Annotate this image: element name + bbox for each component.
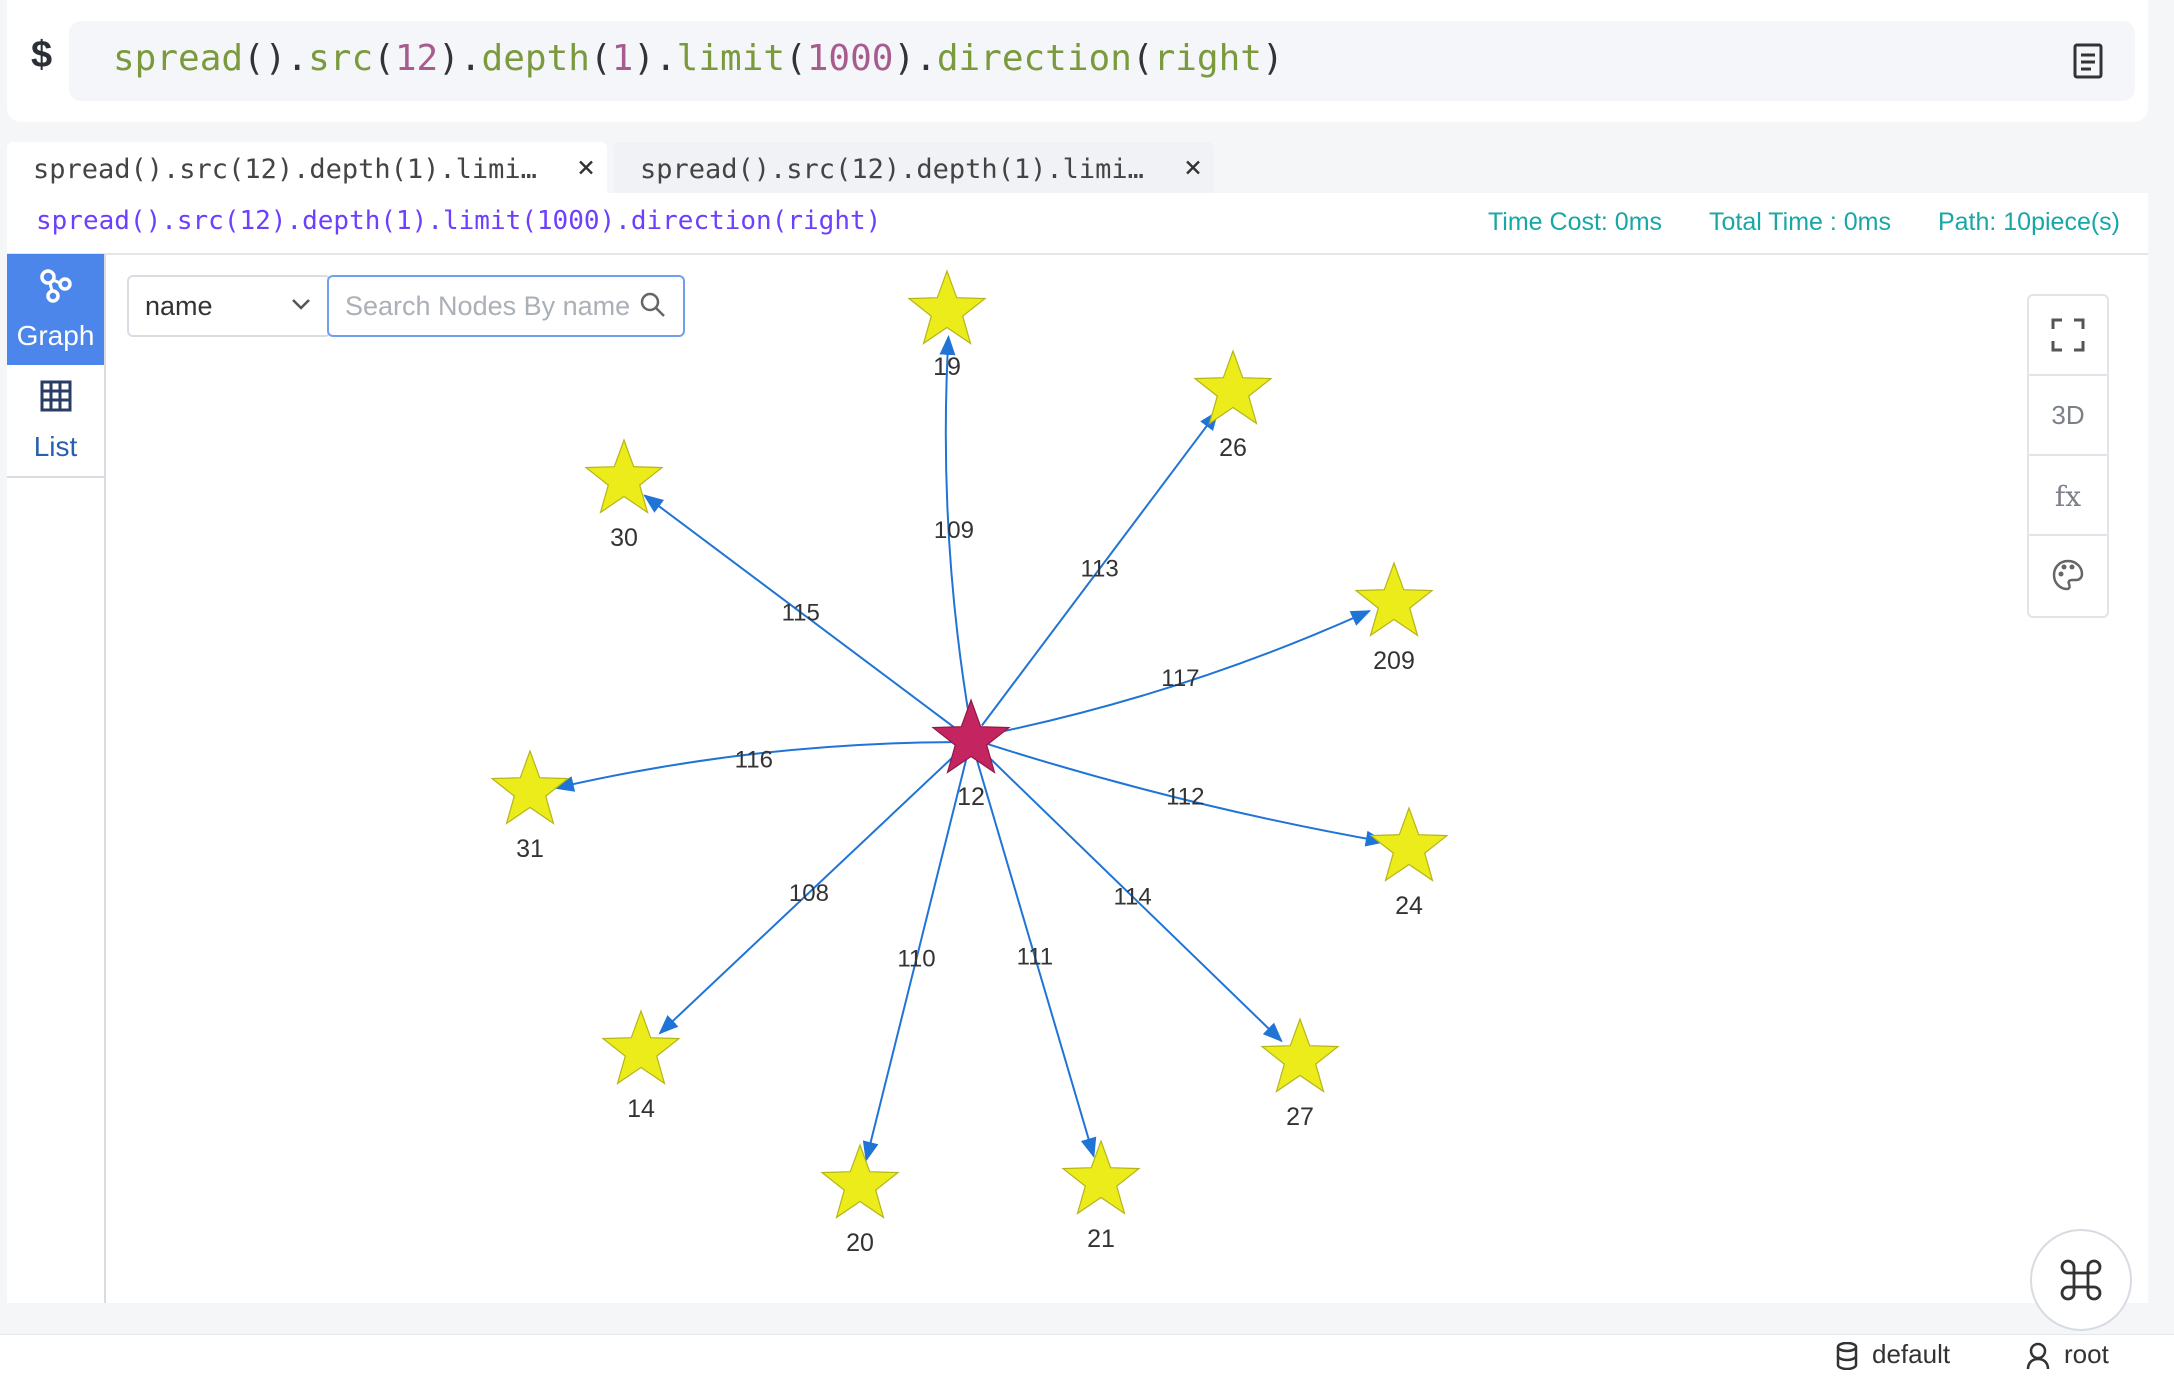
status-bar: default root bbox=[0, 1334, 2174, 1379]
command-token: ) bbox=[438, 38, 460, 79]
close-icon[interactable]: × bbox=[1184, 150, 1202, 185]
command-token: direction bbox=[936, 38, 1132, 79]
command-token: depth bbox=[481, 38, 590, 79]
node-label: 30 bbox=[610, 524, 638, 552]
node-26[interactable] bbox=[1193, 349, 1273, 425]
command-token: ) bbox=[633, 38, 655, 79]
chevron-down-icon bbox=[292, 299, 310, 310]
table-icon bbox=[40, 380, 72, 412]
command-token: ( bbox=[589, 38, 612, 79]
edge-label: 113 bbox=[1080, 556, 1118, 583]
edge-label: 114 bbox=[1113, 884, 1151, 911]
command-token: ( bbox=[1131, 38, 1154, 79]
node-21[interactable] bbox=[1061, 1139, 1141, 1215]
close-icon[interactable]: × bbox=[577, 150, 595, 185]
command-token: . bbox=[459, 38, 482, 79]
command-token: spread bbox=[113, 38, 244, 79]
edge-label: 117 bbox=[1161, 665, 1199, 692]
edge-label: 112 bbox=[1166, 783, 1204, 810]
edge-label: 111 bbox=[1017, 944, 1053, 971]
edge-label: 109 bbox=[934, 517, 974, 544]
3d-label: 3D bbox=[2051, 400, 2085, 430]
command-token: . bbox=[915, 38, 937, 79]
graph-canvas[interactable]: 109 113 115 117 116 112 108 110 111 114 12 19 26 30 20… bbox=[7, 193, 2148, 1303]
node-31[interactable] bbox=[490, 749, 570, 825]
command-token: 1000 bbox=[806, 38, 894, 79]
center-node[interactable] bbox=[931, 698, 1011, 774]
user-icon bbox=[2026, 1342, 2050, 1370]
database-name: default bbox=[1872, 1339, 1951, 1369]
command-panel: $ spread().src(12).depth(1).limit(1000).… bbox=[7, 0, 2148, 122]
command-token: 12 bbox=[394, 38, 439, 79]
node-20[interactable] bbox=[820, 1143, 900, 1219]
edge-label: 108 bbox=[789, 880, 829, 907]
edge-label: 110 bbox=[897, 946, 935, 973]
command-text[interactable]: spread().src(12).depth(1).limit(1000).di… bbox=[113, 38, 1284, 79]
palette-icon bbox=[2052, 559, 2084, 591]
database-status[interactable]: default bbox=[1836, 1339, 1951, 1371]
sidebar-item-graph[interactable]: Graph bbox=[7, 254, 104, 365]
result-panel: spread().src(12).depth(1).limit(1000).di… bbox=[7, 193, 2148, 1331]
node-27[interactable] bbox=[1260, 1017, 1340, 1093]
search-input[interactable] bbox=[343, 285, 637, 327]
prompt-symbol: $ bbox=[31, 34, 53, 76]
command-token: . bbox=[286, 38, 309, 79]
command-token: 1 bbox=[611, 38, 634, 79]
search-field-value: name bbox=[145, 291, 213, 321]
edge-label: 115 bbox=[782, 599, 820, 626]
node-label: 27 bbox=[1286, 1103, 1314, 1131]
node-label: 21 bbox=[1087, 1225, 1115, 1253]
sidebar-item-list[interactable]: List bbox=[7, 365, 104, 478]
3d-button[interactable]: 3D bbox=[2029, 376, 2107, 456]
node-24[interactable] bbox=[1369, 806, 1449, 882]
command-token: ( bbox=[373, 38, 395, 79]
fx-label: fx bbox=[2054, 480, 2082, 513]
command-token: src bbox=[308, 38, 374, 79]
node-14[interactable] bbox=[601, 1009, 681, 1085]
user-status[interactable]: root bbox=[2026, 1339, 2109, 1370]
node-label: 12 bbox=[957, 783, 985, 811]
node-label: 14 bbox=[627, 1095, 655, 1123]
fullscreen-button[interactable] bbox=[2029, 296, 2107, 376]
view-sidebar: Graph List bbox=[7, 254, 106, 1303]
tab-label: spread().src(12).depth(1).limi… bbox=[640, 154, 1144, 185]
node-label: 26 bbox=[1219, 434, 1247, 462]
search-icon[interactable] bbox=[639, 291, 667, 319]
graph-icon bbox=[40, 269, 72, 303]
style-button[interactable] bbox=[2029, 536, 2107, 614]
tab-query-1[interactable]: spread().src(12).depth(1).limi… × bbox=[7, 142, 607, 194]
shortcut-button[interactable] bbox=[2030, 1229, 2132, 1331]
search-field-select[interactable]: name bbox=[127, 275, 331, 337]
node-label: 31 bbox=[516, 835, 544, 863]
node-label: 19 bbox=[933, 353, 961, 381]
command-key-icon bbox=[2060, 1259, 2102, 1301]
sidebar-label-graph: Graph bbox=[16, 320, 95, 351]
document-icon[interactable] bbox=[2071, 43, 2105, 79]
command-token: ) bbox=[1261, 38, 1284, 79]
node-label: 20 bbox=[846, 1229, 874, 1257]
node-label: 209 bbox=[1373, 647, 1415, 675]
edge-label: 116 bbox=[735, 747, 773, 774]
database-icon bbox=[1836, 1341, 1858, 1371]
user-name: root bbox=[2064, 1339, 2109, 1369]
node-209[interactable] bbox=[1354, 561, 1434, 637]
command-input[interactable]: spread().src(12).depth(1).limit(1000).di… bbox=[69, 21, 2135, 101]
command-token: . bbox=[654, 38, 677, 79]
sidebar-label-list: List bbox=[33, 431, 78, 462]
node-19[interactable] bbox=[907, 269, 987, 345]
graph-toolbar: 3D fx bbox=[2027, 294, 2109, 618]
search-box[interactable] bbox=[327, 275, 685, 337]
tab-label: spread().src(12).depth(1).limi… bbox=[33, 154, 537, 185]
command-token: () bbox=[243, 38, 287, 79]
command-token: ) bbox=[893, 38, 916, 79]
tab-query-2[interactable]: spread().src(12).depth(1).limi… × bbox=[614, 142, 1214, 194]
function-button[interactable]: fx bbox=[2029, 456, 2107, 536]
command-token: limit bbox=[676, 38, 786, 79]
command-token: ( bbox=[785, 38, 807, 79]
command-token: right bbox=[1153, 38, 1262, 79]
node-30[interactable] bbox=[584, 438, 664, 514]
fullscreen-icon bbox=[2051, 318, 2085, 352]
node-label: 24 bbox=[1395, 892, 1423, 920]
